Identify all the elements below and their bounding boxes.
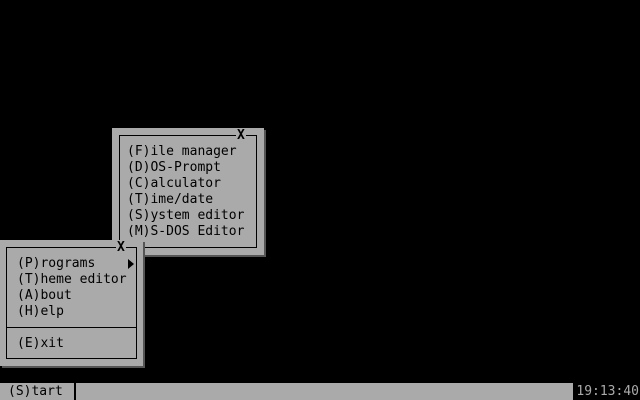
menu-separator xyxy=(6,327,137,328)
start-menu-close-icon[interactable]: X xyxy=(116,241,126,254)
start-menu: X (P)rograms (T)heme editor (A)bout (H)e… xyxy=(0,240,143,366)
menu-item-exit[interactable]: (E)xit xyxy=(17,336,64,352)
submenu-arrow-icon xyxy=(128,259,134,269)
menu-item-time-date[interactable]: (T)ime/date xyxy=(127,192,213,208)
clock: 19:13:40 xyxy=(573,383,640,400)
menu-item-theme-editor[interactable]: (T)heme editor xyxy=(17,272,127,288)
programs-submenu: X (F)ile manager (D)OS-Prompt (C)alculat… xyxy=(112,128,264,255)
start-button[interactable]: (S)tart xyxy=(0,383,76,400)
programs-submenu-close-icon[interactable]: X xyxy=(236,129,246,142)
menu-item-help[interactable]: (H)elp xyxy=(17,304,64,320)
menu-item-calculator[interactable]: (C)alculator xyxy=(127,176,221,192)
menu-item-file-manager[interactable]: (F)ile manager xyxy=(127,144,237,160)
menu-item-system-editor[interactable]: (S)ystem editor xyxy=(127,208,244,224)
menu-item-msdos-editor[interactable]: (M)S-DOS Editor xyxy=(127,224,244,240)
taskbar: (S)tart 19:13:40 xyxy=(0,383,640,400)
menu-item-about[interactable]: (A)bout xyxy=(17,288,72,304)
menu-item-dos-prompt[interactable]: (D)OS-Prompt xyxy=(127,160,221,176)
menu-item-programs[interactable]: (P)rograms xyxy=(17,256,95,272)
